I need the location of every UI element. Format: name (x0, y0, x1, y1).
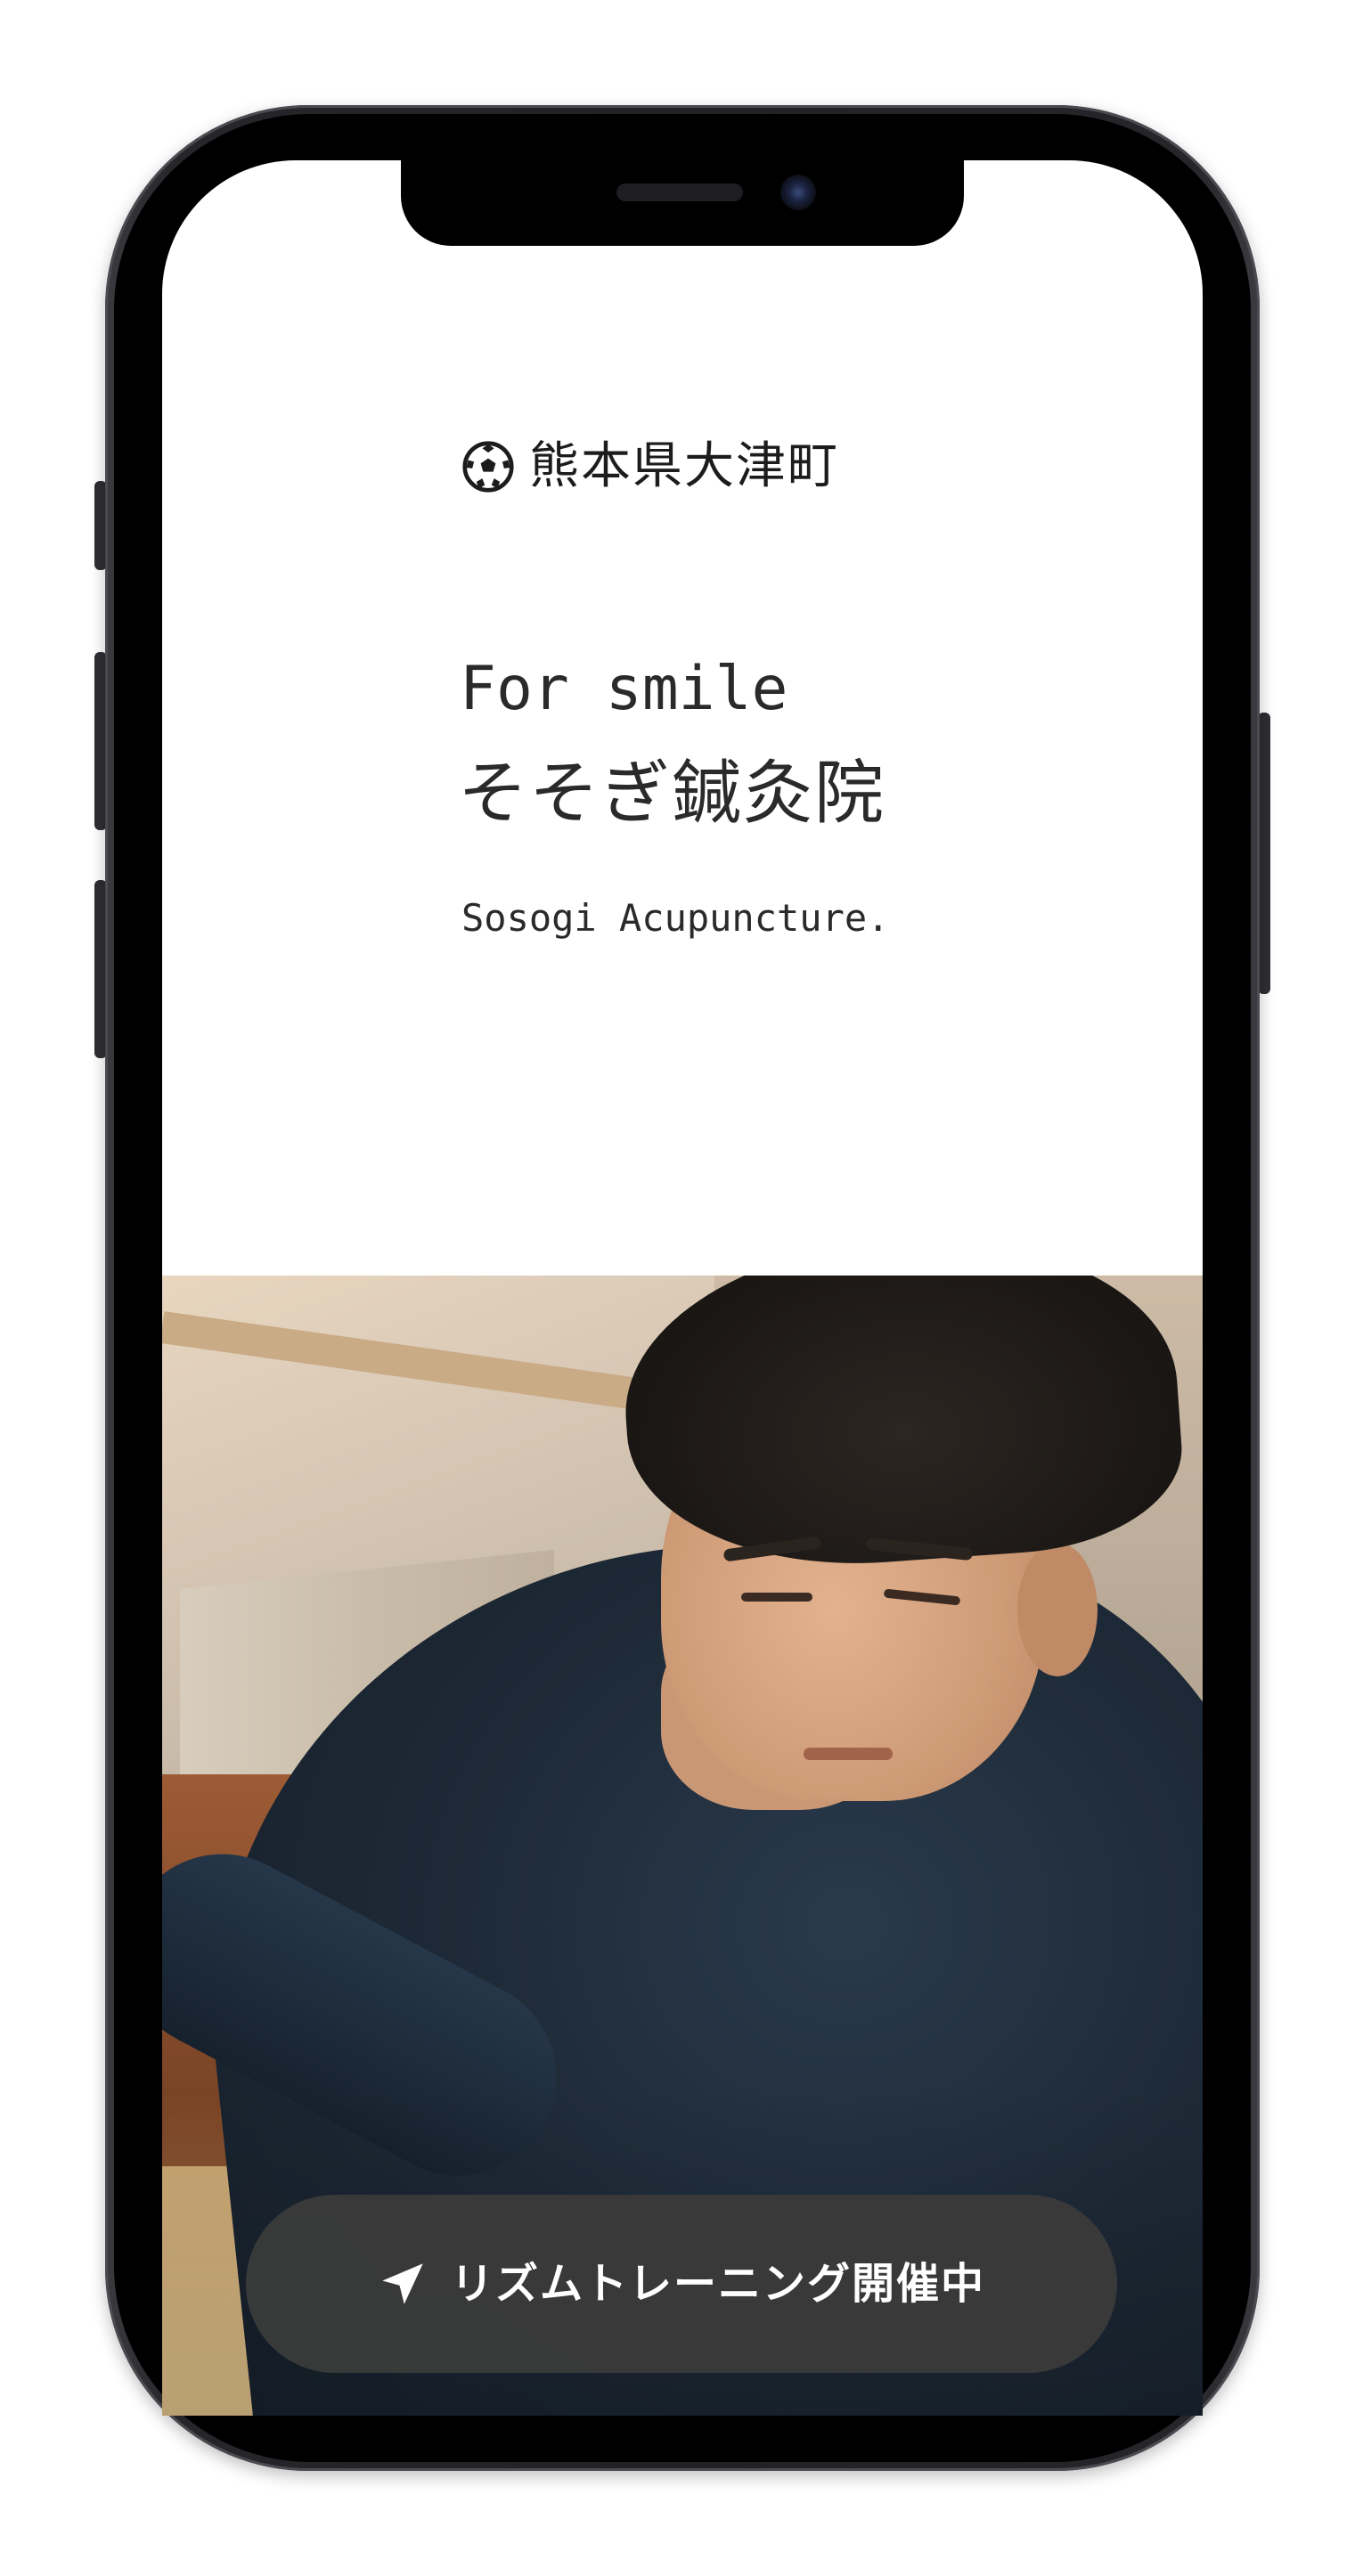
location-header: 熊本県大津町 (461, 440, 839, 493)
device-mockup: 熊本県大津町 For smile そそぎ鍼灸院 Sosogi Acupunctu… (0, 0, 1363, 2576)
clinic-name: そそぎ鍼灸院 (458, 754, 886, 834)
earpiece-speaker (616, 183, 743, 201)
rhythm-training-button[interactable]: リズムトレーニング開催中 (246, 2195, 1117, 2373)
front-camera (780, 175, 816, 210)
notch (401, 160, 964, 246)
tagline: For smile (460, 654, 788, 724)
clinic-name-roman: Sosogi Acupuncture. (461, 896, 890, 940)
power-button (1258, 713, 1270, 994)
location-label: 熊本県大津町 (529, 437, 839, 495)
rhythm-training-label: リズムトレーニング開催中 (450, 2259, 985, 2309)
navigation-arrow-icon (382, 2263, 423, 2304)
soccer-ball-icon (462, 441, 514, 493)
